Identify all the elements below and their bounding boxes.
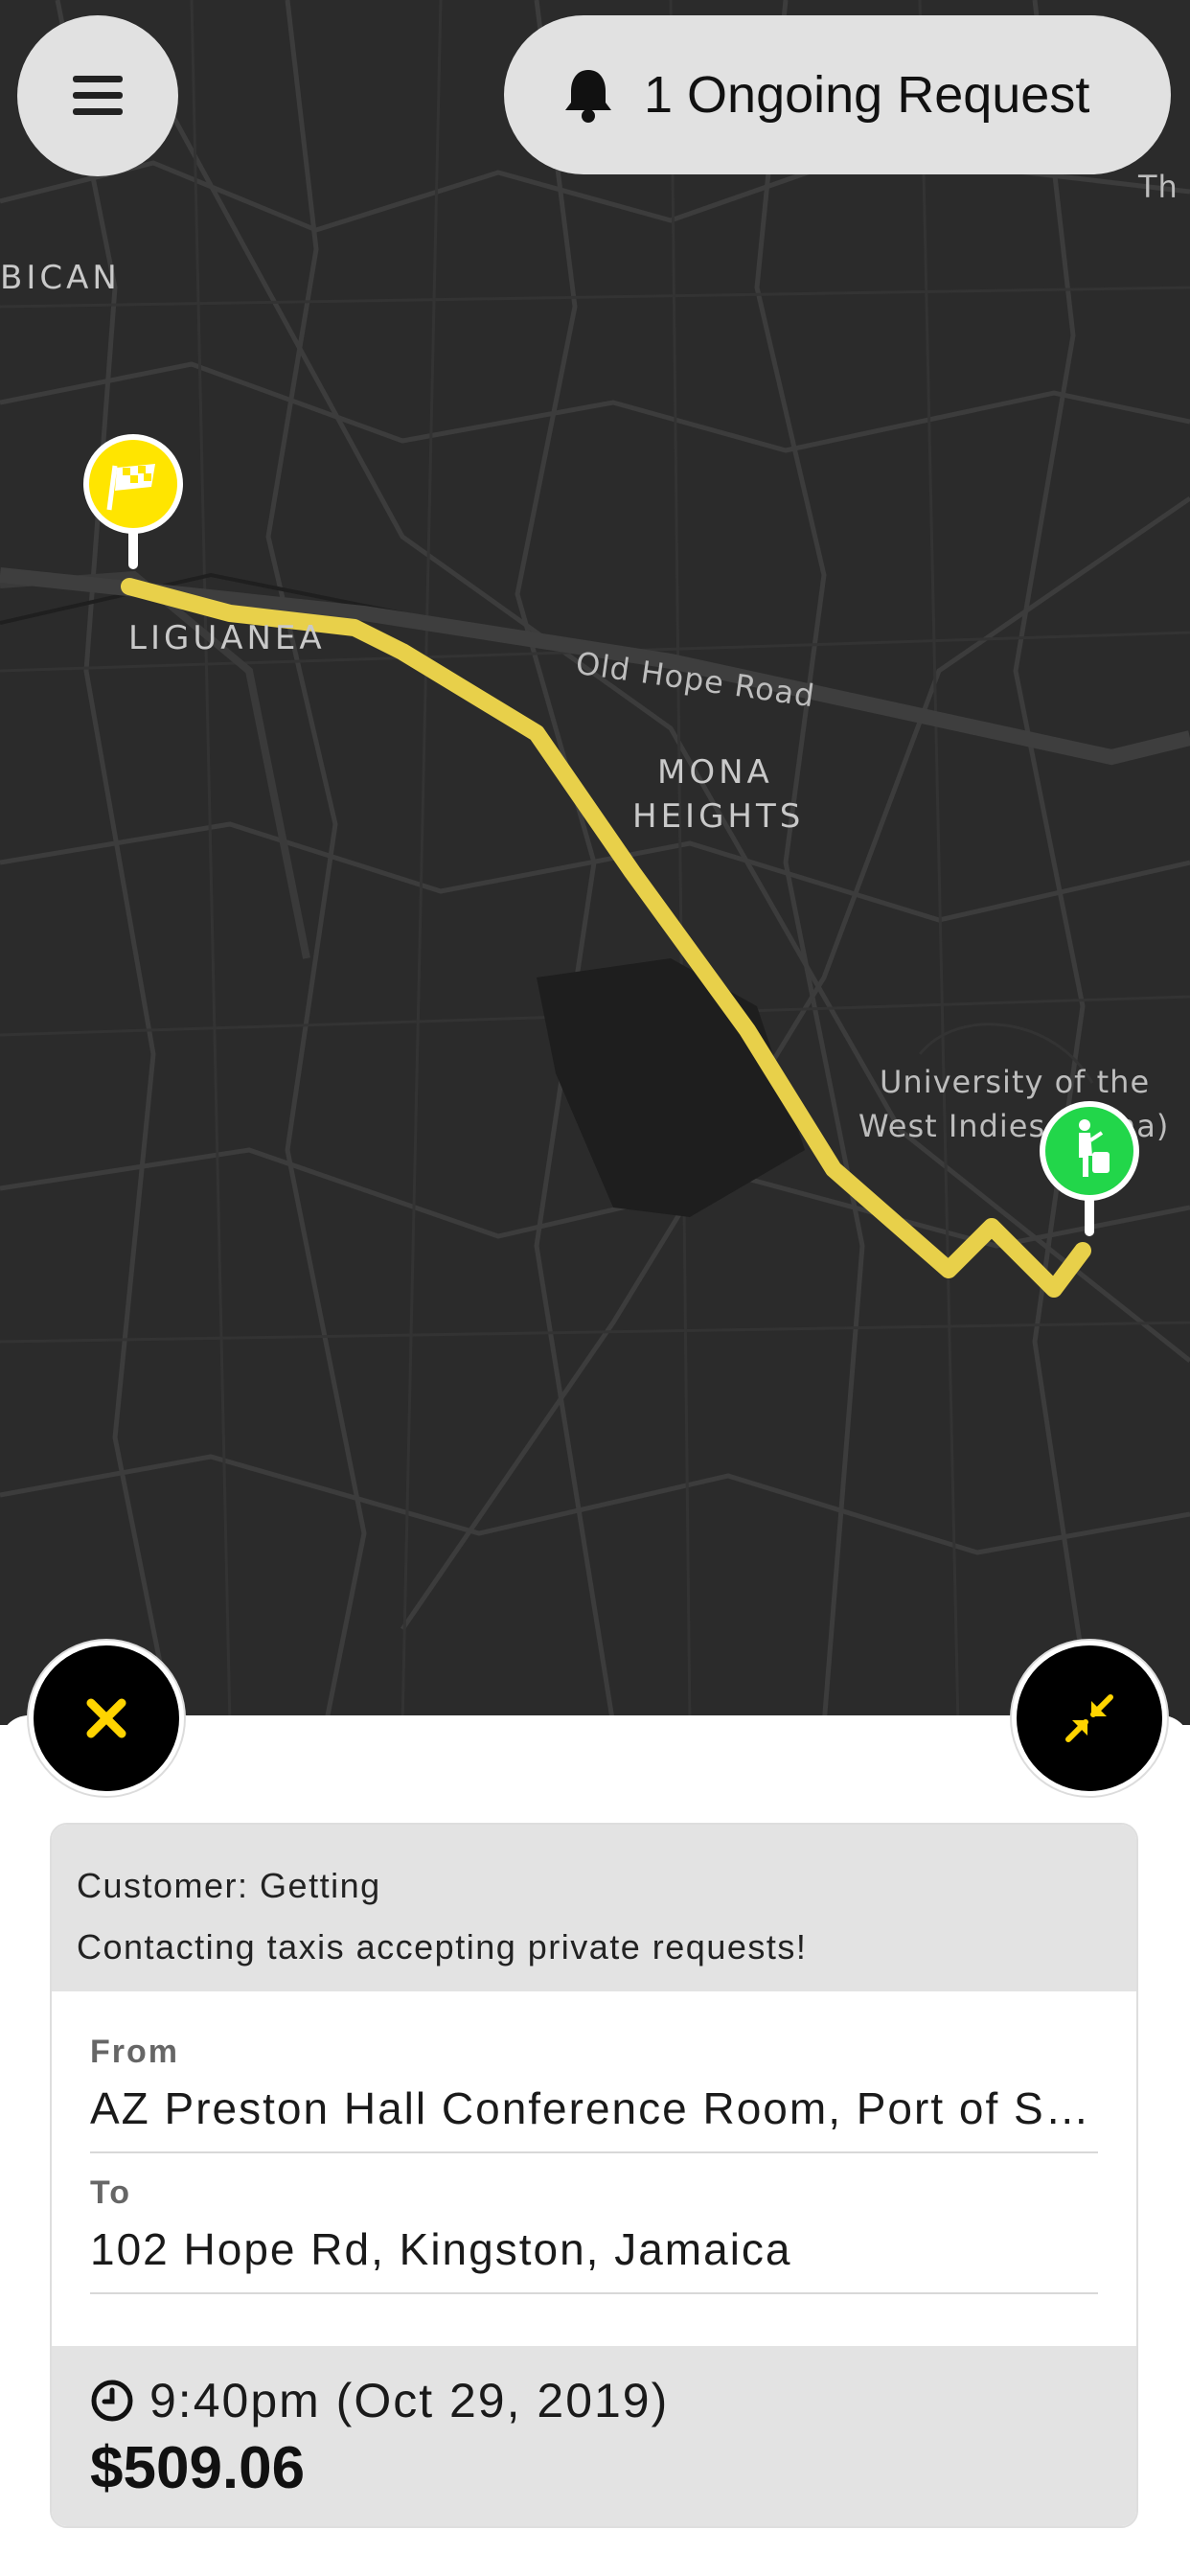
request-time: 9:40pm (Oct 29, 2019)	[149, 2374, 670, 2427]
map-label-liguanea: LIGUANEA	[128, 619, 326, 657]
from-field: From AZ Preston Hall Conference Room, Po…	[90, 1991, 1098, 2153]
to-label: To	[90, 2174, 132, 2211]
request-price: $509.06	[90, 2435, 306, 2501]
map-view[interactable]: BICAN LIGUANEA Old Hope Road MONA HEIGHT…	[0, 0, 1190, 1725]
cancel-request-button[interactable]	[29, 1641, 184, 1796]
to-field: To 102 Hope Rd, Kingston, Jamaica	[90, 2153, 1098, 2294]
ongoing-request-button[interactable]: 1 Ongoing Request	[504, 15, 1171, 174]
collapse-button[interactable]	[1012, 1641, 1167, 1796]
map-label-mona: MONA	[657, 753, 773, 792]
from-label: From	[90, 2034, 179, 2070]
request-summary: 9:40pm (Oct 29, 2019) $509.06	[52, 2346, 1136, 2526]
status-message: Contacting taxis accepting private reque…	[77, 1927, 808, 1966]
hamburger-menu-icon	[73, 76, 123, 115]
request-card[interactable]: Customer: Getting Contacting taxis accep…	[50, 1823, 1138, 2528]
collapse-arrows-icon	[1065, 1694, 1113, 1742]
status-customer: Customer: Getting	[77, 1866, 381, 1905]
request-status: Customer: Getting Contacting taxis accep…	[52, 1825, 1136, 1991]
from-value: AZ Preston Hall Conference Room, Port of…	[90, 2083, 1098, 2133]
bell-icon	[565, 70, 611, 123]
close-icon	[86, 1698, 126, 1738]
menu-button[interactable]	[17, 15, 178, 176]
to-value: 102 Hope Rd, Kingston, Jamaica	[90, 2224, 792, 2274]
map-label-bican: BICAN	[0, 259, 121, 297]
map-label-heights: HEIGHTS	[632, 797, 805, 836]
ongoing-request-label: 1 Ongoing Request	[644, 66, 1090, 124]
map-label-th: Th	[1138, 169, 1179, 205]
map-label-uwi-line1: University of the	[880, 1064, 1151, 1100]
clock-icon	[91, 2380, 133, 2422]
map-streets	[0, 0, 1190, 1725]
